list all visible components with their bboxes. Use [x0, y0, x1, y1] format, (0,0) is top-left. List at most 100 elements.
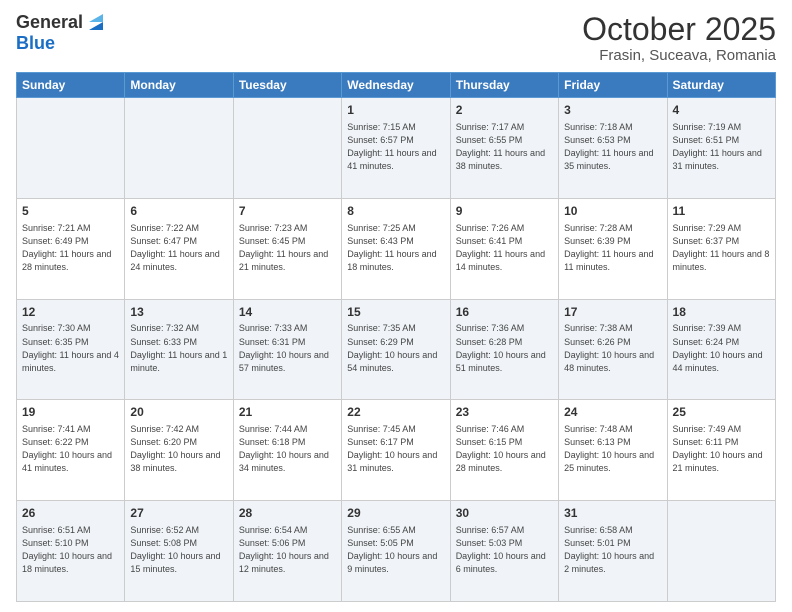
- logo-general-text: General: [16, 13, 83, 33]
- day-number: 27: [130, 505, 227, 522]
- day-cell: 20 Sunrise: 7:42 AM Sunset: 6:20 PM Dayli…: [125, 400, 233, 501]
- day-info: Sunrise: 7:26 AM Sunset: 6:41 PM Dayligh…: [456, 222, 553, 274]
- day-info: Sunrise: 7:32 AM Sunset: 6:33 PM Dayligh…: [130, 322, 227, 374]
- week-row-2: 12Sunrise: 7:30 AM Sunset: 6:35 PM Dayli…: [17, 299, 776, 400]
- day-number: 9: [456, 203, 553, 220]
- day-number: 26: [22, 505, 119, 522]
- day-cell: 12Sunrise: 7:30 AM Sunset: 6:35 PM Dayli…: [17, 299, 125, 400]
- day-number: 8: [347, 203, 444, 220]
- day-cell: 16Sunrise: 7:36 AM Sunset: 6:28 PM Dayli…: [450, 299, 558, 400]
- day-info: Sunrise: 7:46 AM Sunset: 6:15 PM Dayligh…: [456, 423, 553, 475]
- day-info: Sunrise: 7:39 AM Sunset: 6:24 PM Dayligh…: [673, 322, 770, 374]
- day-info: Sunrise: 6:55 AM Sunset: 5:05 PM Dayligh…: [347, 524, 444, 576]
- day-cell: 27 Sunrise: 6:52 AM Sunset: 5:08 PM Dayli…: [125, 501, 233, 602]
- day-cell: 15Sunrise: 7:35 AM Sunset: 6:29 PM Dayli…: [342, 299, 450, 400]
- day-number: 24: [564, 404, 661, 421]
- day-number: 23: [456, 404, 553, 421]
- day-number: 22: [347, 404, 444, 421]
- day-cell: 21 Sunrise: 7:44 AM Sunset: 6:18 PM Dayli…: [233, 400, 341, 501]
- day-cell: 4Sunrise: 7:19 AM Sunset: 6:51 PM Daylig…: [667, 98, 775, 199]
- day-number: 5: [22, 203, 119, 220]
- day-number: 16: [456, 304, 553, 321]
- month-title: October 2025: [582, 12, 776, 47]
- day-info: Sunrise: 7:21 AM Sunset: 6:49 PM Dayligh…: [22, 222, 119, 274]
- day-info: Sunrise: 7:48 AM Sunset: 6:13 PM Dayligh…: [564, 423, 661, 475]
- day-info: Sunrise: 7:17 AM Sunset: 6:55 PM Dayligh…: [456, 121, 553, 173]
- day-cell: 22 Sunrise: 7:45 AM Sunset: 6:17 PM Dayli…: [342, 400, 450, 501]
- day-cell: 31 Sunrise: 6:58 AM Sunset: 5:01 PM Dayli…: [559, 501, 667, 602]
- day-number: 20: [130, 404, 227, 421]
- day-cell: [17, 98, 125, 199]
- day-cell: 19Sunrise: 7:41 AM Sunset: 6:22 PM Dayli…: [17, 400, 125, 501]
- day-number: 19: [22, 404, 119, 421]
- day-info: Sunrise: 7:30 AM Sunset: 6:35 PM Dayligh…: [22, 322, 119, 374]
- col-wednesday: Wednesday: [342, 73, 450, 98]
- day-number: 3: [564, 102, 661, 119]
- day-cell: 18Sunrise: 7:39 AM Sunset: 6:24 PM Dayli…: [667, 299, 775, 400]
- day-info: Sunrise: 7:35 AM Sunset: 6:29 PM Dayligh…: [347, 322, 444, 374]
- day-info: Sunrise: 7:44 AM Sunset: 6:18 PM Dayligh…: [239, 423, 336, 475]
- day-number: 30: [456, 505, 553, 522]
- logo: General Blue: [16, 12, 107, 54]
- day-cell: 5 Sunrise: 7:21 AM Sunset: 6:49 PM Daylig…: [17, 198, 125, 299]
- week-row-1: 5 Sunrise: 7:21 AM Sunset: 6:49 PM Daylig…: [17, 198, 776, 299]
- day-cell: 1Sunrise: 7:15 AM Sunset: 6:57 PM Daylig…: [342, 98, 450, 199]
- day-info: Sunrise: 7:25 AM Sunset: 6:43 PM Dayligh…: [347, 222, 444, 274]
- day-info: Sunrise: 6:58 AM Sunset: 5:01 PM Dayligh…: [564, 524, 661, 576]
- day-number: 25: [673, 404, 770, 421]
- day-number: 13: [130, 304, 227, 321]
- day-cell: 10Sunrise: 7:28 AM Sunset: 6:39 PM Dayli…: [559, 198, 667, 299]
- day-number: 28: [239, 505, 336, 522]
- day-number: 10: [564, 203, 661, 220]
- week-row-0: 1Sunrise: 7:15 AM Sunset: 6:57 PM Daylig…: [17, 98, 776, 199]
- day-cell: 3Sunrise: 7:18 AM Sunset: 6:53 PM Daylig…: [559, 98, 667, 199]
- header-row: Sunday Monday Tuesday Wednesday Thursday…: [17, 73, 776, 98]
- col-saturday: Saturday: [667, 73, 775, 98]
- day-info: Sunrise: 6:51 AM Sunset: 5:10 PM Dayligh…: [22, 524, 119, 576]
- day-info: Sunrise: 7:15 AM Sunset: 6:57 PM Dayligh…: [347, 121, 444, 173]
- day-cell: 13Sunrise: 7:32 AM Sunset: 6:33 PM Dayli…: [125, 299, 233, 400]
- day-info: Sunrise: 7:29 AM Sunset: 6:37 PM Dayligh…: [673, 222, 770, 274]
- day-cell: 23 Sunrise: 7:46 AM Sunset: 6:15 PM Dayli…: [450, 400, 558, 501]
- col-sunday: Sunday: [17, 73, 125, 98]
- week-row-4: 26 Sunrise: 6:51 AM Sunset: 5:10 PM Dayli…: [17, 501, 776, 602]
- day-info: Sunrise: 7:45 AM Sunset: 6:17 PM Dayligh…: [347, 423, 444, 475]
- day-number: 15: [347, 304, 444, 321]
- day-info: Sunrise: 7:42 AM Sunset: 6:20 PM Dayligh…: [130, 423, 227, 475]
- logo-icon: [85, 12, 107, 34]
- day-cell: 11Sunrise: 7:29 AM Sunset: 6:37 PM Dayli…: [667, 198, 775, 299]
- day-info: Sunrise: 7:36 AM Sunset: 6:28 PM Dayligh…: [456, 322, 553, 374]
- day-number: 17: [564, 304, 661, 321]
- day-cell: 2Sunrise: 7:17 AM Sunset: 6:55 PM Daylig…: [450, 98, 558, 199]
- day-info: Sunrise: 7:22 AM Sunset: 6:47 PM Dayligh…: [130, 222, 227, 274]
- header: General Blue October 2025 Frasin, Suceav…: [16, 12, 776, 64]
- day-info: Sunrise: 7:23 AM Sunset: 6:45 PM Dayligh…: [239, 222, 336, 274]
- day-info: Sunrise: 6:57 AM Sunset: 5:03 PM Dayligh…: [456, 524, 553, 576]
- day-number: 31: [564, 505, 661, 522]
- day-number: 12: [22, 304, 119, 321]
- day-info: Sunrise: 7:33 AM Sunset: 6:31 PM Dayligh…: [239, 322, 336, 374]
- day-cell: 29Sunrise: 6:55 AM Sunset: 5:05 PM Dayli…: [342, 501, 450, 602]
- calendar-header: Sunday Monday Tuesday Wednesday Thursday…: [17, 73, 776, 98]
- day-cell: 25 Sunrise: 7:49 AM Sunset: 6:11 PM Dayli…: [667, 400, 775, 501]
- col-tuesday: Tuesday: [233, 73, 341, 98]
- day-number: 14: [239, 304, 336, 321]
- day-cell: 30 Sunrise: 6:57 AM Sunset: 5:03 PM Dayli…: [450, 501, 558, 602]
- calendar: Sunday Monday Tuesday Wednesday Thursday…: [16, 72, 776, 602]
- day-info: Sunrise: 7:38 AM Sunset: 6:26 PM Dayligh…: [564, 322, 661, 374]
- day-number: 7: [239, 203, 336, 220]
- day-info: Sunrise: 6:52 AM Sunset: 5:08 PM Dayligh…: [130, 524, 227, 576]
- day-cell: 7 Sunrise: 7:23 AM Sunset: 6:45 PM Daylig…: [233, 198, 341, 299]
- col-thursday: Thursday: [450, 73, 558, 98]
- day-number: 4: [673, 102, 770, 119]
- day-cell: 9 Sunrise: 7:26 AM Sunset: 6:41 PM Daylig…: [450, 198, 558, 299]
- day-cell: 8 Sunrise: 7:25 AM Sunset: 6:43 PM Daylig…: [342, 198, 450, 299]
- day-info: Sunrise: 7:49 AM Sunset: 6:11 PM Dayligh…: [673, 423, 770, 475]
- day-cell: 14Sunrise: 7:33 AM Sunset: 6:31 PM Dayli…: [233, 299, 341, 400]
- calendar-table: Sunday Monday Tuesday Wednesday Thursday…: [16, 72, 776, 602]
- week-row-3: 19Sunrise: 7:41 AM Sunset: 6:22 PM Dayli…: [17, 400, 776, 501]
- day-cell: [233, 98, 341, 199]
- day-cell: [667, 501, 775, 602]
- day-number: 21: [239, 404, 336, 421]
- day-cell: 24 Sunrise: 7:48 AM Sunset: 6:13 PM Dayli…: [559, 400, 667, 501]
